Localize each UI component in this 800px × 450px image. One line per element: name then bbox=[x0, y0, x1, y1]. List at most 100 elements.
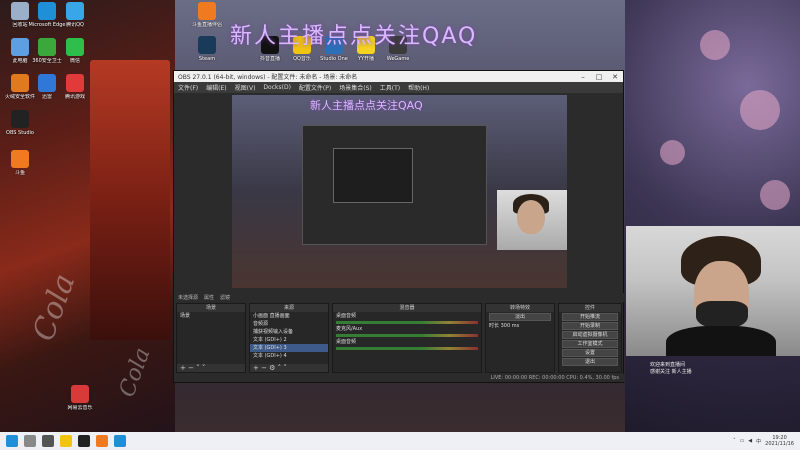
scene-controls[interactable]: + − ˄ ˅ bbox=[177, 364, 245, 372]
obs-status-bar: LIVE: 00:00:00 REC: 00:00:00 CPU: 0.4%, … bbox=[174, 374, 625, 382]
duration-label: 时长 bbox=[489, 323, 500, 329]
edge-icon bbox=[38, 2, 56, 20]
blossom-art bbox=[740, 90, 780, 130]
sources-dock: 来源 小画面 直播画面 音频源 捕获视频输入设备 文本 (GDI+) 2 文本 … bbox=[249, 303, 329, 373]
preview-webcam bbox=[497, 190, 567, 250]
chevron-up-icon[interactable]: ˄ bbox=[733, 438, 736, 444]
desktop-icon[interactable]: 斗鱼 bbox=[0, 150, 40, 176]
scenes-dock: 场景 场景 + − ˄ ˅ bbox=[176, 303, 246, 373]
system-tray: ˄ ▭ ◀ 中 19:20 2021/11/16 bbox=[733, 435, 800, 447]
menu-view[interactable]: 视图(V) bbox=[235, 83, 256, 92]
source-item[interactable]: 音频源 bbox=[250, 320, 328, 328]
volume-meter[interactable] bbox=[336, 321, 478, 324]
search-icon[interactable] bbox=[24, 435, 36, 447]
transition-duration-row: 时长 300 ms bbox=[486, 322, 554, 330]
transition-select[interactable]: 淡出 bbox=[489, 313, 551, 321]
audio-mixer-dock: 混音器 桌面音频 麦克风/Aux 桌面音频 bbox=[332, 303, 482, 373]
properties-button[interactable]: 属性 bbox=[204, 294, 214, 301]
obs-taskbar-icon[interactable] bbox=[78, 435, 90, 447]
desktop-icon[interactable]: 微信 bbox=[55, 38, 95, 64]
start-streaming-button[interactable]: 开始推流 bbox=[562, 313, 618, 321]
start-recording-button[interactable]: 开始录制 bbox=[562, 322, 618, 330]
douyu-icon bbox=[11, 150, 29, 168]
blossom-art bbox=[660, 140, 685, 165]
studio-mode-button[interactable]: 工作室模式 bbox=[562, 340, 618, 348]
chat-overlay: 欢迎来到直播间 感谢关注 新人主播 bbox=[650, 362, 780, 376]
desktop-icon[interactable]: Steam bbox=[187, 36, 227, 62]
desktop-icon[interactable]: 斗鱼直播伴侣 bbox=[187, 2, 227, 28]
wechat-icon bbox=[66, 38, 84, 56]
blossom-art bbox=[760, 180, 790, 210]
chat-line: 欢迎来到直播间 bbox=[650, 362, 686, 368]
desktop-icon[interactable]: OBS Studio bbox=[0, 110, 40, 136]
file-explorer-icon[interactable] bbox=[60, 435, 72, 447]
duration-input[interactable]: 300 ms bbox=[501, 323, 520, 329]
volume-meter[interactable] bbox=[336, 347, 478, 350]
sources-header: 来源 bbox=[250, 304, 328, 312]
close-icon[interactable]: ✕ bbox=[607, 73, 623, 81]
settings-button[interactable]: 设置 bbox=[562, 349, 618, 357]
mixer-channel-label: 麦克风/Aux bbox=[336, 326, 363, 332]
menu-scene-collection[interactable]: 场景集合(S) bbox=[339, 83, 372, 92]
network-icon[interactable]: ▭ bbox=[740, 438, 745, 444]
transitions-header: 转场特效 bbox=[486, 304, 554, 312]
source-item[interactable]: 小画面 直播画面 bbox=[250, 312, 328, 320]
start-icon[interactable] bbox=[6, 435, 18, 447]
desktop-icon[interactable]: 网易云音乐 bbox=[60, 385, 100, 411]
source-toolbar: 未选择源 属性 滤镜 bbox=[174, 293, 625, 302]
obs-icon bbox=[11, 110, 29, 128]
security-icon bbox=[38, 38, 56, 56]
obs-preview-canvas[interactable]: 新人主播点点关注QAQ bbox=[232, 95, 567, 288]
qq-icon bbox=[66, 2, 84, 20]
desktop-icon[interactable]: 腾讯QQ bbox=[55, 2, 95, 28]
netease-music-icon bbox=[71, 385, 89, 403]
minimize-icon[interactable]: – bbox=[575, 73, 591, 81]
menu-help[interactable]: 帮助(H) bbox=[408, 83, 429, 92]
input-language[interactable]: 中 bbox=[756, 438, 761, 445]
obs-window[interactable]: OBS 27.0.1 (64-bit, windows) - 配置文件: 未命名… bbox=[173, 70, 625, 383]
streamer-mask bbox=[696, 301, 748, 329]
menu-tools[interactable]: 工具(T) bbox=[380, 83, 400, 92]
scene-item[interactable]: 场景 bbox=[177, 312, 245, 320]
obs-menubar: 文件(F) 编辑(E) 视图(V) Docks(D) 配置文件(P) 场景集合(… bbox=[174, 82, 623, 93]
source-item[interactable]: 文本 (GDI+) 3 bbox=[250, 344, 328, 352]
menu-profile[interactable]: 配置文件(P) bbox=[299, 83, 331, 92]
source-item[interactable]: 文本 (GDI+) 4 bbox=[250, 352, 328, 360]
douyu-icon bbox=[198, 2, 216, 20]
controls-dock: 控件 开始推流 开始录制 启动虚拟摄像机 工作室模式 设置 退出 bbox=[558, 303, 622, 373]
menu-file[interactable]: 文件(F) bbox=[178, 83, 198, 92]
clock-date: 2021/11/16 bbox=[765, 441, 794, 447]
no-source-label: 未选择源 bbox=[178, 295, 199, 301]
nested-obs-preview-2 bbox=[333, 148, 413, 203]
window-title: OBS 27.0.1 (64-bit, windows) - 配置文件: 未命名… bbox=[178, 74, 358, 81]
clock[interactable]: 19:20 2021/11/16 bbox=[765, 435, 794, 447]
nested-obs-preview bbox=[302, 125, 487, 245]
exit-button[interactable]: 退出 bbox=[562, 358, 618, 366]
taskbar: ˄ ▭ ◀ 中 19:20 2021/11/16 bbox=[0, 432, 800, 450]
webcam-feed bbox=[626, 226, 800, 356]
volume-icon[interactable]: ◀ bbox=[748, 438, 752, 444]
obs-titlebar[interactable]: OBS 27.0.1 (64-bit, windows) - 配置文件: 未命名… bbox=[174, 71, 623, 82]
maximize-icon[interactable]: □ bbox=[591, 73, 607, 81]
virtual-camera-button[interactable]: 启动虚拟摄像机 bbox=[562, 331, 618, 339]
source-controls[interactable]: + − ⚙ ˄ ˅ bbox=[250, 364, 328, 372]
edge-taskbar-icon[interactable] bbox=[114, 435, 126, 447]
stream-overlay-title: 新人主播点点关注QAQ bbox=[230, 24, 478, 49]
transitions-dock: 转场特效 淡出 时长 300 ms bbox=[485, 303, 555, 373]
source-item[interactable]: 文本 (GDI+) 2 bbox=[250, 336, 328, 344]
volume-meter[interactable] bbox=[336, 334, 478, 337]
task-view-icon[interactable] bbox=[42, 435, 54, 447]
steam-icon bbox=[198, 36, 216, 54]
filters-button[interactable]: 滤镜 bbox=[220, 294, 230, 301]
streamer-body bbox=[666, 326, 776, 356]
preview-face bbox=[517, 200, 545, 234]
douyu-taskbar-icon[interactable] bbox=[96, 435, 108, 447]
blossom-art bbox=[700, 30, 730, 60]
menu-edit[interactable]: 编辑(E) bbox=[206, 83, 226, 92]
mixer-channel-label: 桌面音频 bbox=[336, 339, 357, 345]
preview-overlay-title: 新人主播点点关注QAQ bbox=[310, 99, 423, 112]
menu-docks[interactable]: Docks(D) bbox=[263, 84, 291, 91]
mixer-channel-label: 桌面音频 bbox=[336, 313, 357, 319]
source-item[interactable]: 捕获视频输入设备 bbox=[250, 328, 328, 336]
desktop-icon[interactable]: 腾讯游戏 bbox=[55, 74, 95, 100]
